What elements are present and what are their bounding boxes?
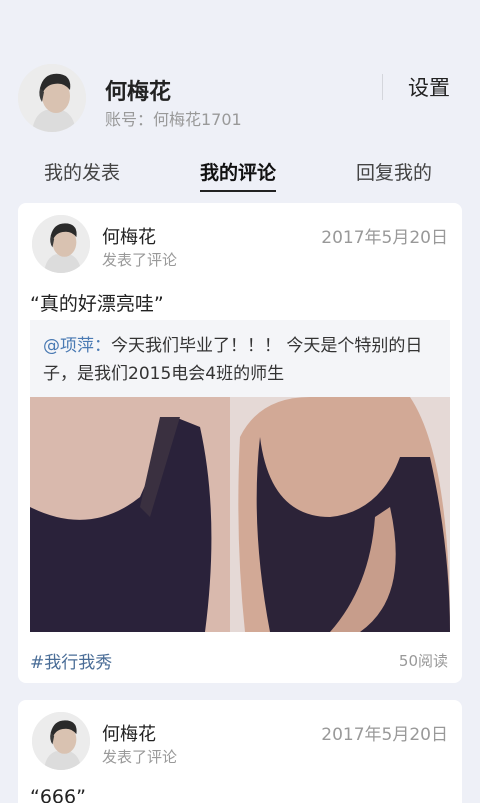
divider <box>382 74 383 100</box>
profile-header: 何梅花 账号：何梅花1701 设置 <box>18 64 462 134</box>
quoted-post[interactable]: @项萍：今天我们毕业了！！！ 今天是个特别的日子，是我们2015电会4班的师生 <box>30 320 450 632</box>
mention-link[interactable]: @项萍： <box>43 336 111 356</box>
avatar[interactable] <box>32 215 90 273</box>
hashtag-link[interactable]: #我行我秀 <box>30 648 112 673</box>
profile-account: 账号：何梅花1701 <box>105 110 242 129</box>
active-tab-indicator <box>200 190 277 192</box>
tab-bar: 我的发表 我的评论 回复我的 <box>0 158 480 192</box>
author-name[interactable]: 何梅花 <box>102 223 156 249</box>
author-name[interactable]: 何梅花 <box>102 720 156 746</box>
comment-card[interactable]: 何梅花 发表了评论 2017年5月20日 “666” <box>18 700 462 803</box>
comment-card[interactable]: 何梅花 发表了评论 2017年5月20日 “真的好漂亮哇” @项萍：今天我们毕业… <box>18 203 462 683</box>
tab-replies-to-me[interactable]: 回复我的 <box>356 158 432 190</box>
action-label: 发表了评论 <box>102 251 178 269</box>
post-date: 2017年5月20日 <box>321 725 448 745</box>
avatar-photo <box>32 215 90 273</box>
avatar[interactable] <box>32 712 90 770</box>
tab-my-posts[interactable]: 我的发表 <box>44 158 120 190</box>
quoted-post-photo[interactable] <box>30 397 450 632</box>
avatar-photo <box>18 64 86 132</box>
photo-image <box>30 397 450 632</box>
tab-my-comments[interactable]: 我的评论 <box>200 158 277 192</box>
action-label: 发表了评论 <box>102 748 178 766</box>
avatar[interactable] <box>18 64 86 132</box>
quoted-post-text: @项萍：今天我们毕业了！！！ 今天是个特别的日子，是我们2015电会4班的师生 <box>43 332 443 388</box>
read-count: 50阅读 <box>398 652 448 670</box>
settings-button[interactable]: 设置 <box>408 72 450 102</box>
avatar-photo <box>32 712 90 770</box>
tab-my-comments-label: 我的评论 <box>200 162 277 184</box>
post-date: 2017年5月20日 <box>321 228 448 248</box>
comment-text: “666” <box>30 786 86 803</box>
profile-name: 何梅花 <box>105 80 172 105</box>
comment-text: “真的好漂亮哇” <box>30 293 164 315</box>
